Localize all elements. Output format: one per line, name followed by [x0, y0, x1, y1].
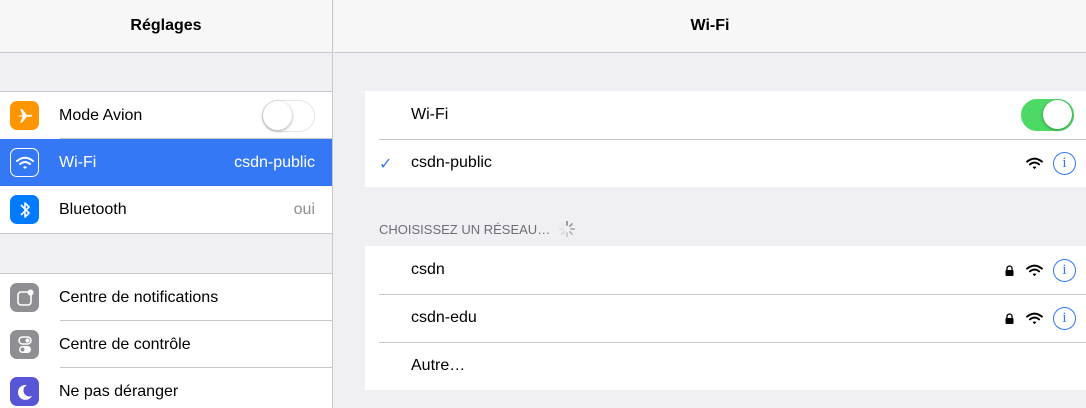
bluetooth-icon: [10, 195, 39, 224]
info-icon[interactable]: i: [1053, 258, 1076, 282]
airplane-icon: [10, 101, 39, 130]
info-icon[interactable]: i: [1053, 151, 1076, 175]
network-name: csdn-edu: [411, 309, 477, 326]
sidebar-item-wifi[interactable]: Wi-Fi csdn-public: [0, 138, 332, 186]
checkmark-icon: ✓: [379, 156, 393, 173]
sidebar-item-value: oui: [293, 200, 315, 218]
connected-network-row[interactable]: ✓ csdn-public i: [365, 139, 1086, 187]
sidebar-item-bluetooth[interactable]: Bluetooth oui: [0, 186, 332, 233]
moon-icon: [10, 377, 39, 406]
lock-icon: [1005, 264, 1014, 276]
network-name: csdn: [411, 261, 445, 278]
sidebar-item-label: Wi-Fi: [59, 153, 97, 171]
notifications-icon: [10, 283, 39, 312]
network-accessories: i: [1005, 306, 1076, 330]
wifi-icon: [10, 148, 39, 177]
sidebar-item-airplane-mode[interactable]: Mode Avion: [0, 92, 332, 139]
settings-sidebar: Réglages Mode Avion Wi-Fi csdn-public Bl…: [0, 0, 333, 408]
detail-nav-bar: Wi-Fi: [334, 0, 1086, 53]
switch-knob: [1043, 100, 1072, 129]
choose-network-label: CHOISISSEZ UN RÉSEAU…: [379, 221, 551, 237]
sidebar-item-notifications[interactable]: Centre de notifications: [0, 274, 332, 321]
wifi-status-group: Wi-Fi ✓ csdn-public i: [365, 91, 1086, 187]
sidebar-item-label: Mode Avion: [59, 106, 143, 124]
lock-icon: [1005, 312, 1014, 324]
sidebar-nav-bar: Réglages: [0, 0, 332, 53]
wifi-detail-pane: Wi-Fi Wi-Fi ✓ csdn-public i CHOISISSEZ U…: [334, 0, 1086, 408]
choose-network-header: CHOISISSEZ UN RÉSEAU…: [379, 220, 576, 238]
available-networks-group: csdn i csdn-edu i Autre…: [365, 246, 1086, 390]
wifi-switch[interactable]: [1021, 99, 1074, 131]
detail-title: Wi-Fi: [690, 17, 730, 34]
switch-knob: [263, 100, 292, 130]
network-name: csdn-public: [411, 154, 492, 171]
network-accessories: i: [1005, 258, 1076, 282]
sidebar-item-label: Bluetooth: [59, 200, 127, 218]
info-icon[interactable]: i: [1053, 306, 1076, 330]
wifi-signal-icon: [1026, 157, 1043, 170]
wifi-signal-icon: [1026, 264, 1043, 277]
sidebar-item-do-not-disturb[interactable]: Ne pas déranger: [0, 367, 332, 408]
sidebar-group-system: Centre de notifications Centre de contrô…: [0, 273, 332, 408]
sidebar-title: Réglages: [130, 17, 202, 34]
wifi-toggle-row: Wi-Fi: [365, 91, 1086, 139]
other-network-row[interactable]: Autre…: [365, 342, 1086, 390]
sidebar-item-label: Centre de contrôle: [59, 335, 191, 353]
control-center-icon: [10, 330, 39, 359]
sidebar-item-value: csdn-public: [234, 153, 315, 171]
sidebar-item-label: Ne pas déranger: [59, 382, 179, 400]
sidebar-item-label: Centre de notifications: [59, 288, 219, 306]
other-network-label: Autre…: [411, 357, 466, 374]
network-row-csdn-edu[interactable]: csdn-edu i: [365, 294, 1086, 342]
sidebar-item-control-center[interactable]: Centre de contrôle: [0, 320, 332, 368]
wifi-signal-icon: [1026, 312, 1043, 325]
sidebar-group-connectivity: Mode Avion Wi-Fi csdn-public Bluetooth o…: [0, 91, 332, 234]
network-accessories: i: [1026, 151, 1076, 175]
network-row-csdn[interactable]: csdn i: [365, 246, 1086, 294]
airplane-mode-switch[interactable]: [262, 99, 315, 132]
loading-spinner-icon: [559, 220, 576, 238]
wifi-toggle-label: Wi-Fi: [411, 106, 449, 123]
